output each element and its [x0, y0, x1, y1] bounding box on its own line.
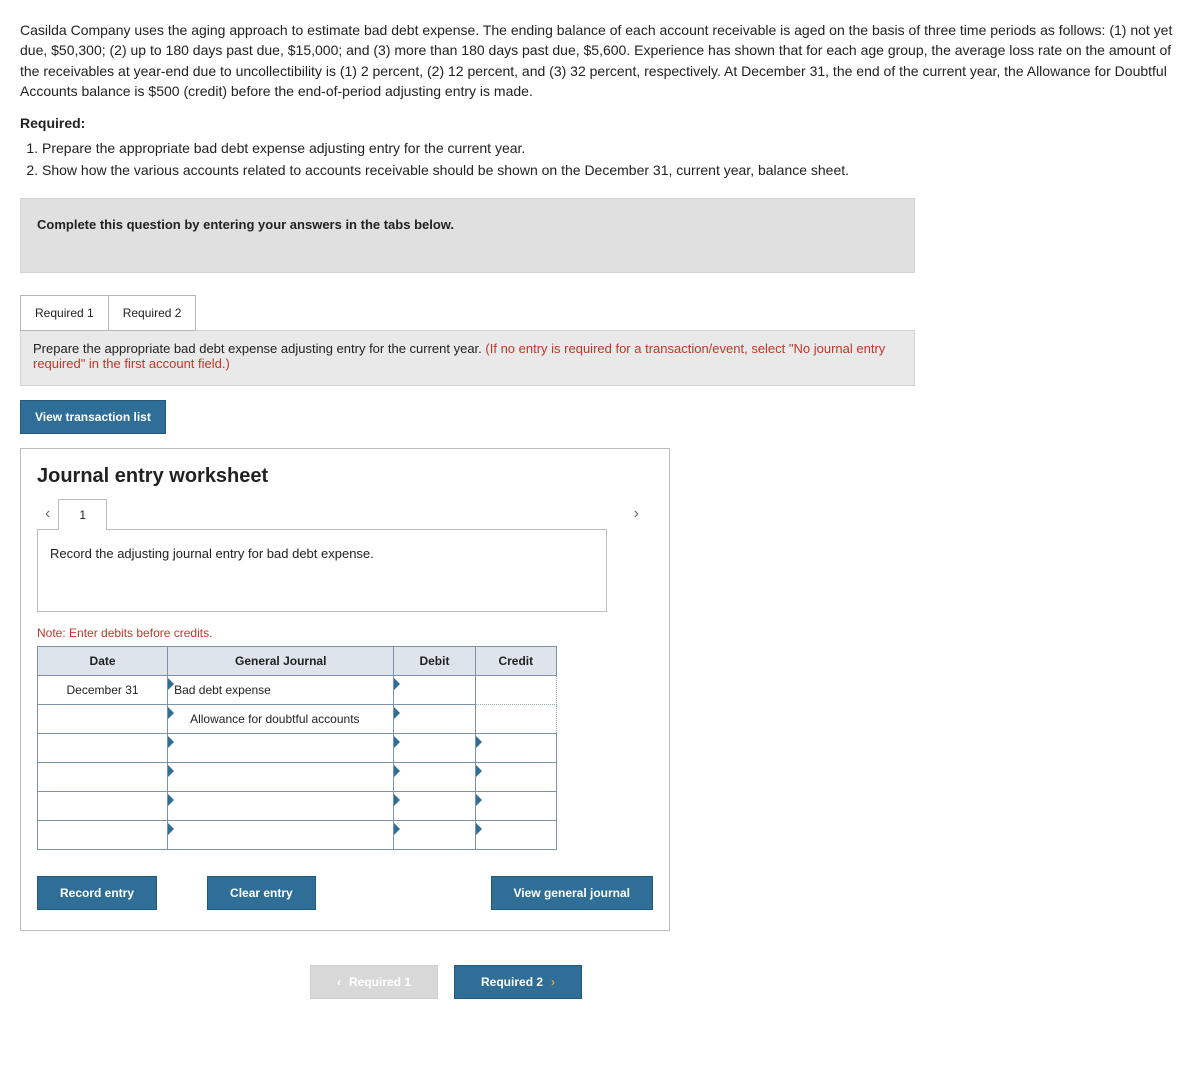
cell-debit[interactable]	[394, 734, 475, 763]
cell-debit[interactable]	[394, 705, 475, 734]
col-header-date: Date	[38, 647, 168, 676]
view-transaction-list-button[interactable]: View transaction list	[20, 400, 166, 434]
cell-date[interactable]	[38, 763, 168, 792]
table-row	[38, 763, 557, 792]
required-list: Prepare the appropriate bad debt expense…	[42, 139, 1180, 180]
next-required-button[interactable]: Required 2 ›	[454, 965, 582, 999]
table-row: Allowance for doubtful accounts	[38, 705, 557, 734]
cell-credit[interactable]	[475, 676, 556, 705]
cell-debit[interactable]	[394, 792, 475, 821]
prev-required-button[interactable]: ‹ Required 1	[310, 965, 438, 999]
table-row: December 31 Bad debt expense	[38, 676, 557, 705]
tabs-row: Required 1 Required 2	[20, 295, 1180, 331]
table-row	[38, 792, 557, 821]
cell-credit[interactable]	[475, 705, 556, 734]
col-header-credit: Credit	[475, 647, 556, 676]
next-label: Required 2	[481, 975, 543, 989]
cell-debit[interactable]	[394, 676, 475, 705]
cell-debit[interactable]	[394, 763, 475, 792]
journal-table: Date General Journal Debit Credit Decemb…	[37, 646, 557, 850]
entry-tab-1[interactable]: 1	[58, 499, 107, 530]
record-entry-button[interactable]: Record entry	[37, 876, 157, 910]
entry-instruction: Record the adjusting journal entry for b…	[37, 529, 607, 612]
journal-worksheet: Journal entry worksheet ‹ 1 › Record the…	[20, 448, 670, 931]
cell-credit[interactable]	[475, 792, 556, 821]
chevron-left-icon: ‹	[337, 975, 341, 989]
panel-text: Prepare the appropriate bad debt expense…	[33, 341, 485, 356]
chevron-right-icon: ›	[551, 975, 555, 989]
cell-account[interactable]	[168, 763, 394, 792]
col-header-debit: Debit	[394, 647, 475, 676]
cell-date[interactable]	[38, 705, 168, 734]
cell-account[interactable]: Bad debt expense	[168, 676, 394, 705]
table-row	[38, 821, 557, 850]
bottom-nav: ‹ Required 1 Required 2 ›	[310, 965, 1180, 999]
problem-statement: Casilda Company uses the aging approach …	[20, 20, 1180, 101]
cell-date[interactable]	[38, 792, 168, 821]
worksheet-buttons: Record entry Clear entry View general jo…	[37, 876, 653, 910]
required-item-1: Prepare the appropriate bad debt expense…	[42, 139, 1180, 159]
required-item-2: Show how the various accounts related to…	[42, 161, 1180, 181]
cell-account[interactable]: Allowance for doubtful accounts	[168, 705, 394, 734]
chevron-right-icon[interactable]: ›	[626, 505, 647, 523]
cell-account[interactable]	[168, 821, 394, 850]
cell-credit[interactable]	[475, 821, 556, 850]
required-label: Required:	[20, 115, 1180, 131]
cell-credit[interactable]	[475, 734, 556, 763]
tab-panel-instruction: Prepare the appropriate bad debt expense…	[20, 330, 915, 386]
cell-account[interactable]	[168, 792, 394, 821]
note-text: Note: Enter debits before credits.	[37, 626, 653, 640]
worksheet-nav: ‹ 1 ›	[37, 498, 653, 529]
cell-credit[interactable]	[475, 763, 556, 792]
tab-required-2[interactable]: Required 2	[108, 295, 197, 331]
instruction-box: Complete this question by entering your …	[20, 198, 915, 273]
clear-entry-button[interactable]: Clear entry	[207, 876, 316, 910]
view-general-journal-button[interactable]: View general journal	[491, 876, 653, 910]
cell-debit[interactable]	[394, 821, 475, 850]
prev-label: Required 1	[349, 975, 411, 989]
cell-account[interactable]	[168, 734, 394, 763]
worksheet-title: Journal entry worksheet	[37, 465, 653, 488]
cell-date[interactable]: December 31	[38, 676, 168, 705]
cell-date[interactable]	[38, 734, 168, 763]
cell-date[interactable]	[38, 821, 168, 850]
tab-required-1[interactable]: Required 1	[20, 295, 109, 331]
col-header-general-journal: General Journal	[168, 647, 394, 676]
chevron-left-icon[interactable]: ‹	[37, 505, 58, 523]
table-row	[38, 734, 557, 763]
